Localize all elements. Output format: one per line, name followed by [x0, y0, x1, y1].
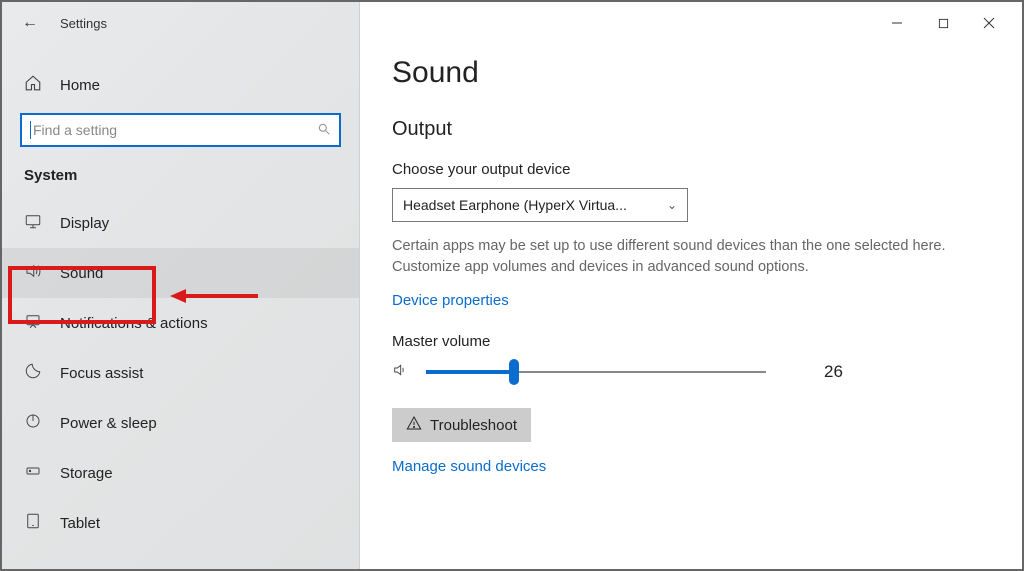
- nav-label: Sound: [60, 265, 103, 282]
- maximize-button[interactable]: [920, 8, 966, 38]
- output-explanation: Certain apps may be set up to use differ…: [392, 236, 952, 278]
- master-volume-value: 26: [824, 362, 843, 382]
- sidebar-item-notifications[interactable]: Notifications & actions: [2, 298, 359, 348]
- choose-output-label: Choose your output device: [392, 161, 990, 178]
- warning-icon: [406, 415, 422, 435]
- window-controls: [874, 8, 1012, 38]
- nav-label: Storage: [60, 465, 113, 482]
- troubleshoot-label: Troubleshoot: [430, 417, 517, 434]
- nav-label: Focus assist: [60, 365, 143, 382]
- sidebar-item-sound[interactable]: Sound: [2, 248, 359, 298]
- tablet-icon: [24, 512, 42, 534]
- minimize-button[interactable]: [874, 8, 920, 38]
- master-volume-label: Master volume: [392, 333, 990, 350]
- display-icon: [24, 212, 42, 234]
- section-title: System: [2, 167, 359, 198]
- selected-device-text: Headset Earphone (HyperX Virtua...: [403, 197, 627, 213]
- notifications-icon: [24, 312, 42, 334]
- sidebar-item-display[interactable]: Display: [2, 198, 359, 248]
- power-icon: [24, 412, 42, 434]
- speaker-icon[interactable]: [392, 362, 408, 383]
- page-title: Sound: [392, 56, 990, 90]
- sidebar: ← Settings Home System Display Soun: [2, 2, 360, 569]
- nav-label: Notifications & actions: [60, 315, 208, 332]
- sidebar-item-focus[interactable]: Focus assist: [2, 348, 359, 398]
- device-properties-link[interactable]: Device properties: [392, 292, 509, 309]
- master-volume-slider[interactable]: [426, 360, 766, 384]
- chevron-down-icon: ⌄: [667, 198, 677, 212]
- nav-label: Power & sleep: [60, 415, 157, 432]
- home-label: Home: [60, 77, 100, 94]
- sidebar-item-tablet[interactable]: Tablet: [2, 498, 359, 548]
- troubleshoot-button[interactable]: Troubleshoot: [392, 408, 531, 442]
- sidebar-item-power[interactable]: Power & sleep: [2, 398, 359, 448]
- sidebar-item-storage[interactable]: Storage: [2, 448, 359, 498]
- app-title: Settings: [60, 16, 107, 31]
- output-header: Output: [392, 118, 990, 141]
- search-input[interactable]: [20, 113, 341, 147]
- nav-list: Display Sound Notifications & actions Fo…: [2, 198, 359, 569]
- focus-icon: [24, 362, 42, 384]
- sound-icon: [24, 262, 42, 284]
- nav-label: Tablet: [60, 515, 100, 532]
- slider-thumb[interactable]: [509, 359, 519, 385]
- home-icon: [24, 74, 42, 97]
- back-button[interactable]: ←: [22, 14, 38, 32]
- manage-devices-link[interactable]: Manage sound devices: [392, 458, 546, 475]
- sidebar-item-home[interactable]: Home: [2, 62, 359, 113]
- content-area: Sound Output Choose your output device H…: [360, 2, 1022, 569]
- search-icon: [317, 122, 331, 139]
- search-field[interactable]: [33, 122, 317, 138]
- nav-label: Display: [60, 215, 109, 232]
- close-button[interactable]: [966, 8, 1012, 38]
- storage-icon: [24, 462, 42, 484]
- output-device-select[interactable]: Headset Earphone (HyperX Virtua... ⌄: [392, 188, 688, 222]
